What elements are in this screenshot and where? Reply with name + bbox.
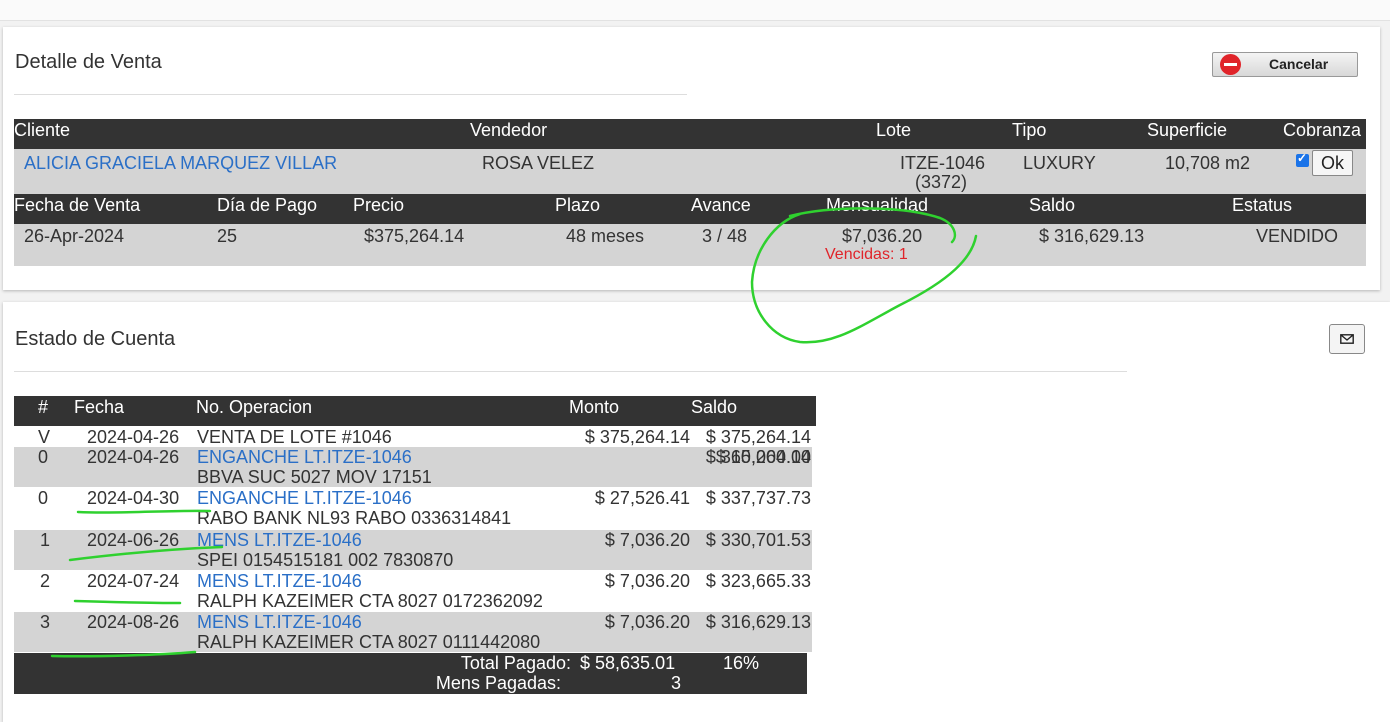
row-saldo: $ 323,665.33 bbox=[705, 571, 811, 591]
row-operacion-ref: BBVA SUC 5027 MOV 17151 bbox=[197, 467, 432, 487]
header-dia-pago: Día de Pago bbox=[217, 195, 318, 215]
row-num: 3 bbox=[40, 612, 51, 632]
mensualidad-value: $7,036.20 bbox=[842, 226, 923, 246]
row-num: 0 bbox=[38, 447, 49, 467]
saldo-value: $ 316,629.13 bbox=[1039, 226, 1145, 246]
tipo-value: LUXURY bbox=[1023, 153, 1096, 173]
header-saldo: Saldo bbox=[1029, 195, 1076, 215]
header-superficie: Superficie bbox=[1147, 120, 1228, 140]
plazo-value: 48 meses bbox=[566, 226, 645, 246]
row-monto: $ 7,036.20 bbox=[604, 571, 690, 591]
row-operacion-ref: RALPH KAZEIMER CTA 8027 0172362092 bbox=[197, 591, 543, 611]
lote-sub-value: (3372) bbox=[915, 172, 968, 192]
ok-button[interactable]: Ok bbox=[1312, 150, 1353, 176]
row-num: V bbox=[38, 427, 51, 447]
row-saldo: $ 337,737.73 bbox=[705, 488, 811, 508]
header-saldo-cuenta: Saldo bbox=[691, 397, 738, 417]
detalle-venta-title: Detalle de Venta bbox=[15, 51, 162, 73]
precio-value: $375,264.14 bbox=[364, 226, 465, 246]
totals-row: Total Pagado: $ 58,635.01 16% Mens Pagad… bbox=[14, 653, 807, 694]
row-operacion-link[interactable]: MENS LT.ITZE-1046 bbox=[197, 612, 362, 633]
row-fecha: 2024-04-26 bbox=[87, 427, 180, 447]
venta-header-row: Cliente Vendedor Lote Tipo Superficie Co… bbox=[14, 119, 1366, 149]
row-saldo: $ 316,629.13 bbox=[705, 612, 811, 632]
email-button[interactable] bbox=[1329, 324, 1365, 354]
header-tipo: Tipo bbox=[1012, 120, 1047, 140]
no-entry-icon bbox=[1220, 54, 1241, 75]
header-vendedor: Vendedor bbox=[470, 120, 548, 140]
header-operacion: No. Operacion bbox=[196, 397, 313, 417]
row-monto: $ 7,036.20 bbox=[604, 612, 690, 632]
header-mensualidad: Mensualidad bbox=[826, 195, 929, 215]
header-fecha-venta: Fecha de Venta bbox=[14, 195, 141, 215]
lote-value: ITZE-1046 bbox=[900, 153, 986, 173]
cobranza-checkbox[interactable] bbox=[1296, 151, 1309, 167]
estatus-value: VENDIDO bbox=[1256, 226, 1339, 246]
row-monto: $ 375,264.14 bbox=[584, 427, 690, 447]
avance-value: 3 / 48 bbox=[702, 226, 748, 246]
mens-pagadas-label: Mens Pagadas: bbox=[435, 673, 561, 693]
top-strip bbox=[0, 0, 1390, 21]
header-lote: Lote bbox=[876, 120, 912, 140]
header-plazo: Plazo bbox=[555, 195, 601, 215]
estado-cuenta-title: Estado de Cuenta bbox=[15, 328, 176, 350]
row-operacion-ref: RALPH KAZEIMER CTA 8027 0111442080 bbox=[197, 632, 541, 652]
total-pagado-value: $ 58,635.01 bbox=[580, 653, 676, 673]
row-fecha: 2024-06-26 bbox=[87, 530, 180, 550]
header-estatus: Estatus bbox=[1232, 195, 1293, 215]
header-monto: Monto bbox=[569, 397, 620, 417]
row-monto: $ 27,526.41 bbox=[594, 488, 690, 508]
envelope-icon bbox=[1340, 334, 1354, 344]
row-num: 0 bbox=[38, 488, 49, 508]
superficie-value: 10,708 m2 bbox=[1165, 153, 1251, 173]
header-cliente: Cliente bbox=[14, 120, 71, 140]
row-fecha: 2024-07-24 bbox=[87, 571, 180, 591]
row-fecha: 2024-04-30 bbox=[87, 488, 180, 508]
header-fecha: Fecha bbox=[74, 397, 125, 417]
row-saldo: $ 365,264.14 bbox=[705, 447, 811, 467]
row-num: 2 bbox=[40, 571, 51, 591]
venta-header-row-2: Fecha de Venta Día de Pago Precio Plazo … bbox=[14, 194, 1366, 224]
row-operacion-ref: RABO BANK NL93 RABO 0336314841 bbox=[197, 508, 512, 528]
fecha-venta-value: 26-Apr-2024 bbox=[24, 226, 125, 246]
ok-button-label: Ok bbox=[1321, 153, 1345, 173]
venta-data-row: ALICIA GRACIELA MARQUEZ VILLAR ROSA VELE… bbox=[14, 149, 1366, 194]
row-operacion-link[interactable]: MENS LT.ITZE-1046 bbox=[197, 571, 362, 592]
estado-divider bbox=[14, 371, 1127, 372]
dia-pago-value: 25 bbox=[217, 226, 238, 246]
mens-pagadas-value: 3 bbox=[671, 673, 682, 693]
total-percent: 16% bbox=[723, 653, 760, 673]
row-saldo: $ 330,701.53 bbox=[705, 530, 811, 550]
cancel-button[interactable]: Cancelar bbox=[1212, 52, 1358, 77]
header-precio: Precio bbox=[353, 195, 405, 215]
estado-header-row: # Fecha No. Operacion Monto Saldo bbox=[14, 396, 816, 426]
row-num: 1 bbox=[40, 530, 51, 550]
row-operacion: VENTA DE LOTE #1046 bbox=[197, 427, 392, 447]
row-fecha: 2024-04-26 bbox=[87, 447, 180, 467]
cliente-link[interactable]: ALICIA GRACIELA MARQUEZ VILLAR bbox=[24, 153, 337, 174]
row-saldo: $ 375,264.14 bbox=[705, 427, 811, 447]
venta-data-row-2: 26-Apr-2024 25 $375,264.14 48 meses 3 / … bbox=[14, 224, 1366, 266]
header-num: # bbox=[38, 397, 49, 417]
header-avance: Avance bbox=[691, 195, 751, 215]
vencidas-value: Vencidas: 1 bbox=[825, 246, 908, 263]
row-operacion-link[interactable]: ENGANCHE LT.ITZE-1046 bbox=[197, 447, 412, 468]
total-pagado-label: Total Pagado: bbox=[460, 653, 571, 673]
row-monto: $ 7,036.20 bbox=[604, 530, 690, 550]
vendedor-value: ROSA VELEZ bbox=[482, 153, 595, 173]
row-operacion-ref: SPEI 0154515181 002 7830870 bbox=[197, 550, 454, 570]
cancel-button-label: Cancelar bbox=[1269, 56, 1329, 72]
header-cobranza: Cobranza bbox=[1283, 120, 1362, 140]
row-operacion-link[interactable]: ENGANCHE LT.ITZE-1046 bbox=[197, 488, 412, 509]
row-fecha: 2024-08-26 bbox=[87, 612, 180, 632]
row-operacion-link[interactable]: MENS LT.ITZE-1046 bbox=[197, 530, 362, 551]
title-divider bbox=[14, 94, 687, 95]
